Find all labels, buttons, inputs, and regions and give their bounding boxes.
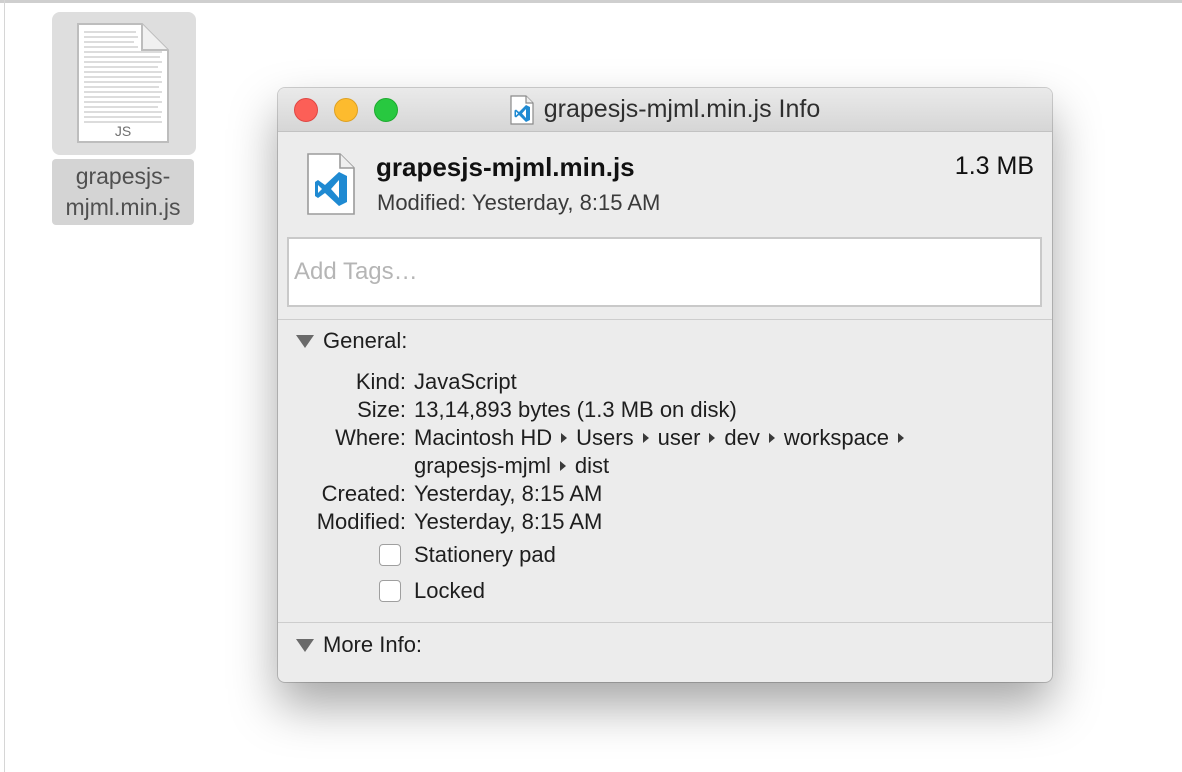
- path-segment: grapesjs-mjml: [414, 453, 551, 478]
- locked-label: Locked: [414, 578, 485, 603]
- path-segment: workspace: [783, 425, 890, 450]
- file-name: grapesjs-mjml.min.js: [376, 152, 635, 182]
- disclosure-triangle-icon: [296, 334, 314, 348]
- window-title-text: grapesjs-mjml.min.js Info: [543, 95, 821, 123]
- created-row: Created: Yesterday, 8:15 AM: [278, 481, 1052, 509]
- size-row: Size: 13,14,893 bytes (1.3 MB on disk): [278, 397, 1052, 425]
- window-title: grapesjs-mjml.min.js Info: [278, 88, 1052, 131]
- kind-value: JavaScript: [414, 369, 517, 394]
- locked-row[interactable]: Locked: [379, 578, 485, 604]
- vscode-file-icon: [510, 94, 534, 125]
- general-heading: General:: [323, 328, 408, 353]
- locked-checkbox[interactable]: [379, 580, 401, 602]
- stationery-pad-row[interactable]: Stationery pad: [379, 542, 556, 568]
- path-segment: dist: [574, 453, 610, 478]
- section-divider: [278, 622, 1052, 623]
- general-section-toggle[interactable]: General:: [296, 328, 407, 354]
- file-label-line1: grapesjs-: [75, 163, 171, 189]
- top-border: [0, 0, 1182, 3]
- modified-row: Modified: Yesterday, 8:15 AM: [278, 509, 1052, 537]
- modified-summary: Modified: Yesterday, 8:15 AM: [377, 190, 661, 215]
- created-label: Created:: [321, 481, 406, 506]
- where-row-continued: grapesjs-mjml dist: [278, 453, 1052, 481]
- path-separator-icon: [559, 461, 566, 472]
- info-window: grapesjs-mjml.min.js Info grapesjs-mjml.…: [278, 88, 1052, 682]
- kind-label: Kind:: [355, 369, 406, 394]
- created-value: Yesterday, 8:15 AM: [414, 481, 603, 506]
- add-tags-input[interactable]: [287, 237, 1042, 307]
- title-bar[interactable]: grapesjs-mjml.min.js Info: [278, 88, 1052, 132]
- desktop-file-label[interactable]: grapesjs- mjml.min.js: [52, 159, 194, 225]
- where-path-line1: Macintosh HD Users user dev workspace: [414, 425, 913, 451]
- stationery-pad-label: Stationery pad: [414, 542, 556, 567]
- file-size: 1.3 MB: [954, 152, 1034, 180]
- stationery-pad-checkbox[interactable]: [379, 544, 401, 566]
- size-label: Size:: [357, 397, 406, 422]
- section-divider: [278, 319, 1052, 320]
- where-path-line2: grapesjs-mjml dist: [414, 453, 609, 479]
- vscode-file-icon: [307, 153, 355, 215]
- js-document-icon: JS: [77, 23, 169, 143]
- path-separator-icon: [561, 433, 568, 444]
- modified-label: Modified:: [316, 509, 406, 534]
- path-segment: Macintosh HD: [414, 425, 553, 450]
- disclosure-triangle-icon: [296, 638, 314, 652]
- desktop: JS grapesjs- mjml.min.js grapesjs-mjml.m…: [0, 0, 1182, 772]
- more-info-section-toggle[interactable]: More Info:: [296, 632, 422, 658]
- file-badge: JS: [115, 123, 131, 139]
- path-separator-icon: [898, 433, 905, 444]
- file-header: grapesjs-mjml.min.js 1.3 MB Modified: Ye…: [278, 132, 1052, 224]
- more-info-heading: More Info:: [323, 632, 423, 657]
- path-segment: dev: [724, 425, 760, 450]
- desktop-file-icon-selection[interactable]: JS: [52, 12, 196, 155]
- where-label: Where:: [335, 425, 406, 450]
- where-row: Where: Macintosh HD Users user dev workspace: [278, 425, 1052, 453]
- path-separator-icon: [768, 433, 775, 444]
- kind-row: Kind: JavaScript: [278, 369, 1052, 397]
- file-label-line2: mjml.min.js: [65, 194, 181, 220]
- path-segment: user: [657, 425, 701, 450]
- size-value: 13,14,893 bytes (1.3 MB on disk): [414, 397, 737, 422]
- left-border: [4, 0, 5, 772]
- path-segment: Users: [576, 425, 634, 450]
- path-separator-icon: [709, 433, 716, 444]
- modified-value: Yesterday, 8:15 AM: [414, 509, 603, 534]
- path-separator-icon: [642, 433, 649, 444]
